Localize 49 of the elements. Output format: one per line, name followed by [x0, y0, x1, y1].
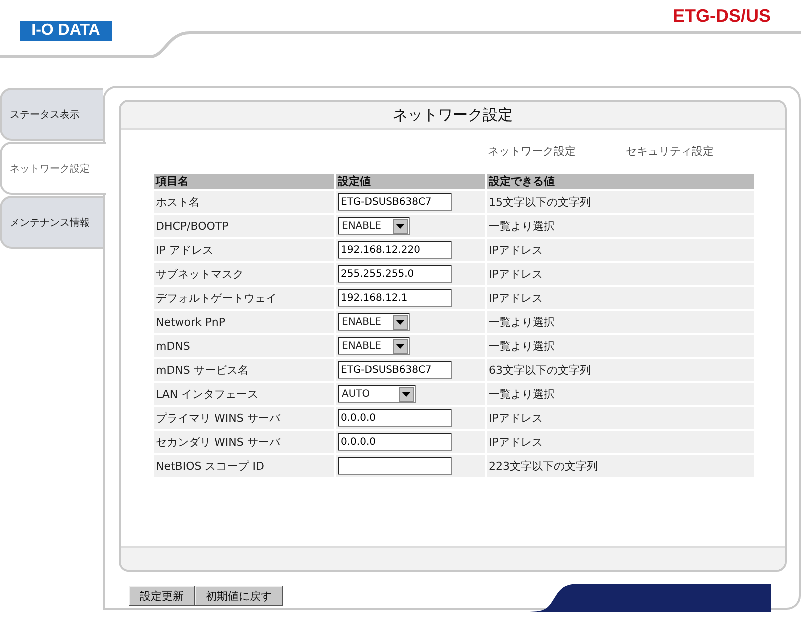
- allowed-value: 一覧より選択: [489, 340, 555, 352]
- setting-label: mDNS: [156, 340, 190, 352]
- setting-label: セカンダリ WINS サーバ: [156, 436, 280, 448]
- input-field[interactable]: 0.0.0.0: [338, 409, 452, 427]
- logo: I-O DATA: [20, 21, 112, 41]
- input-field[interactable]: ETG-DSUSB638C7: [338, 193, 452, 211]
- allowed-value: IPアドレス: [489, 244, 543, 256]
- setting-label: Network PnP: [156, 316, 226, 328]
- allowed-value: 63文字以下の文字列: [489, 364, 591, 376]
- side-tab[interactable]: ネットワーク設定: [0, 142, 106, 195]
- dropdown[interactable]: ENABLE: [338, 337, 410, 355]
- setting-label: サブネットマスク: [156, 268, 244, 280]
- input-field[interactable]: [338, 457, 452, 475]
- model-name: ETG-DS/US: [672, 6, 771, 27]
- allowed-value: 一覧より選択: [489, 316, 555, 328]
- allowed-value: IPアドレス: [489, 292, 543, 304]
- allowed-value: IPアドレス: [489, 436, 543, 448]
- sub-link[interactable]: ネットワーク設定: [488, 144, 576, 160]
- input-field[interactable]: 192.168.12.1: [338, 289, 452, 307]
- panel-title: ネットワーク設定: [121, 102, 785, 130]
- setting-label: LAN インタフェース: [156, 388, 259, 400]
- allowed-value: 15文字以下の文字列: [489, 196, 591, 208]
- allowed-value: 一覧より選択: [489, 388, 555, 400]
- action-button[interactable]: 設定更新: [129, 586, 195, 606]
- input-field[interactable]: ETG-DSUSB638C7: [338, 361, 452, 379]
- setting-label: ホスト名: [156, 196, 200, 208]
- allowed-value: IPアドレス: [489, 412, 543, 424]
- side-tab[interactable]: メンテナンス情報: [0, 196, 103, 249]
- setting-label: mDNS サービス名: [156, 364, 249, 376]
- sub-link[interactable]: セキュリティ設定: [626, 144, 714, 160]
- dropdown[interactable]: AUTO: [338, 385, 416, 403]
- setting-label: デフォルトゲートウェイ: [156, 292, 277, 304]
- allowed-value: IPアドレス: [489, 268, 543, 280]
- setting-label: プライマリ WINS サーバ: [156, 412, 280, 424]
- setting-label: IP アドレス: [156, 244, 214, 256]
- input-field[interactable]: 255.255.255.0: [338, 265, 452, 283]
- setting-label: DHCP/BOOTP: [156, 220, 229, 232]
- dropdown[interactable]: ENABLE: [338, 313, 410, 331]
- allowed-value: 一覧より選択: [489, 220, 555, 232]
- action-button[interactable]: 初期値に戻す: [195, 586, 283, 606]
- setting-label: NetBIOS スコープ ID: [156, 460, 264, 472]
- allowed-value: 223文字以下の文字列: [489, 460, 598, 472]
- input-field[interactable]: 192.168.12.220: [338, 241, 452, 259]
- input-field[interactable]: 0.0.0.0: [338, 433, 452, 451]
- column-header: 設定できる値: [486, 174, 754, 190]
- column-header: 項目名: [154, 174, 335, 190]
- column-header: 設定値: [335, 174, 486, 190]
- side-tab[interactable]: ステータス表示: [0, 88, 103, 141]
- dropdown[interactable]: ENABLE: [338, 217, 410, 235]
